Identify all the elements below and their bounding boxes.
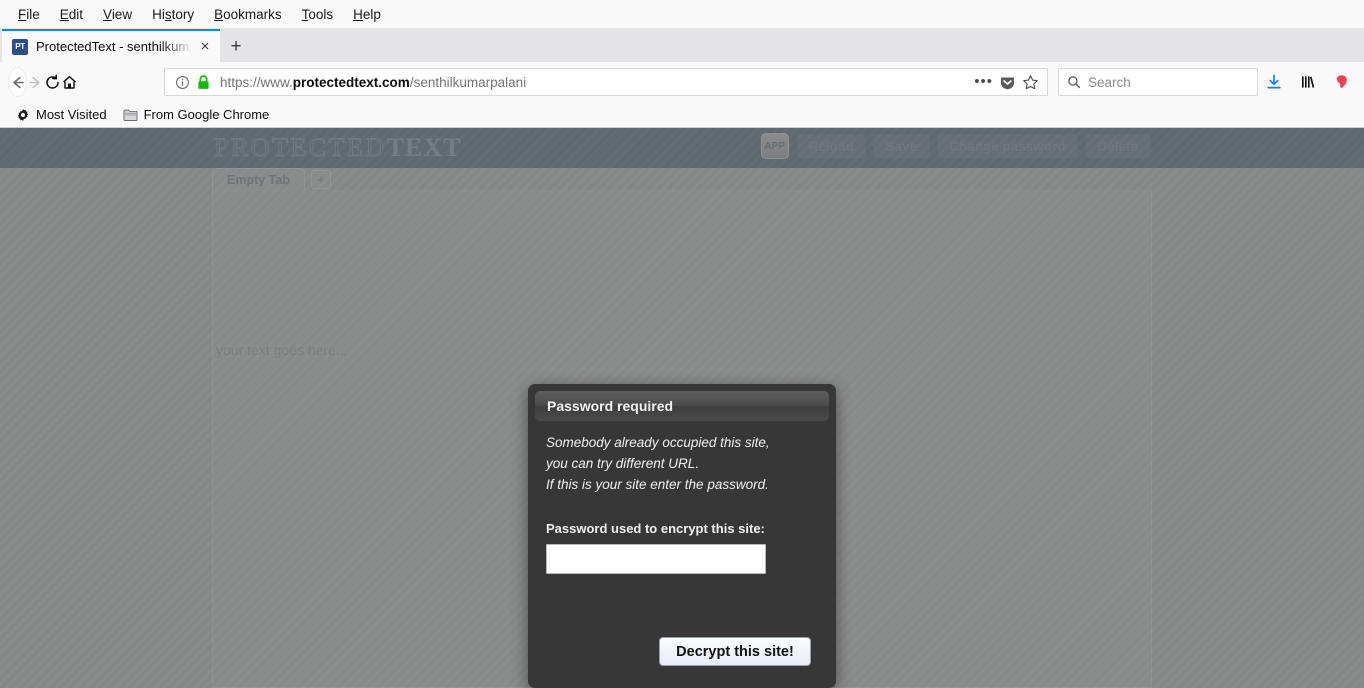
- password-input[interactable]: [546, 544, 766, 574]
- protectedtext-favicon: PT: [12, 38, 28, 55]
- dialog-title: Password required: [547, 398, 674, 414]
- info-icon[interactable]: [175, 75, 190, 90]
- dialog-body: Somebody already occupied this site, you…: [546, 432, 822, 574]
- address-bar[interactable]: https://www.protectedtext.com/senthilkum…: [164, 68, 1048, 96]
- pocket-save-button[interactable]: [1326, 67, 1358, 97]
- url-text: https://www.protectedtext.com/senthilkum…: [220, 75, 974, 90]
- menu-history[interactable]: History: [142, 4, 204, 25]
- firefox-window: File Edit View History Bookmarks Tools H…: [0, 0, 1364, 688]
- menu-tools[interactable]: Tools: [292, 4, 344, 25]
- search-icon: [1068, 76, 1081, 89]
- home-button[interactable]: [61, 67, 78, 97]
- menu-edit[interactable]: Edit: [50, 4, 93, 25]
- bookmark-most-visited[interactable]: Most Visited: [10, 105, 113, 124]
- home-icon: [63, 75, 76, 89]
- lock-icon[interactable]: [197, 74, 210, 90]
- web-page-content: PROTECTEDTEXT APP Reload Save Change pas…: [0, 128, 1364, 688]
- forward-arrow-icon: [29, 76, 40, 88]
- library-button[interactable]: [1292, 67, 1324, 97]
- back-button[interactable]: [8, 67, 27, 97]
- url-domain: protectedtext.com: [292, 74, 410, 90]
- url-scheme: https://www.: [220, 74, 293, 90]
- menu-bar: File Edit View History Bookmarks Tools H…: [0, 0, 1364, 28]
- menu-help[interactable]: Help: [343, 4, 391, 25]
- search-placeholder: Search: [1088, 74, 1131, 90]
- decrypt-site-button[interactable]: Decrypt this site!: [659, 637, 811, 666]
- reload-icon: [46, 74, 59, 89]
- folder-icon: [123, 109, 138, 121]
- menu-view[interactable]: View: [93, 4, 142, 25]
- downloads-icon: [1267, 74, 1281, 89]
- dialog-message-line-1: Somebody already occupied this site,: [546, 435, 770, 450]
- downloads-button[interactable]: [1258, 67, 1290, 97]
- page-actions-icon[interactable]: •••: [974, 74, 993, 89]
- password-field-label: Password used to encrypt this site:: [546, 521, 765, 536]
- password-required-dialog: Password required Somebody already occup…: [528, 384, 836, 688]
- browser-tab-active[interactable]: PT ProtectedText - senthilkum ×: [2, 29, 220, 62]
- overflow-button[interactable]: [1360, 67, 1364, 97]
- search-bar[interactable]: Search: [1058, 68, 1258, 96]
- bookmark-label: Most Visited: [36, 107, 107, 122]
- menu-file[interactable]: File: [8, 4, 50, 25]
- close-icon[interactable]: ×: [196, 38, 214, 56]
- back-arrow-icon: [13, 76, 24, 88]
- gear-icon: [17, 108, 29, 121]
- forward-button[interactable]: [27, 67, 44, 97]
- dialog-titlebar: Password required: [535, 391, 829, 421]
- pocket-save-icon: [1336, 75, 1347, 88]
- pocket-icon[interactable]: [999, 74, 1016, 91]
- dialog-message: Somebody already occupied this site, you…: [546, 432, 822, 495]
- tab-strip: PT ProtectedText - senthilkum × +: [0, 28, 1364, 62]
- bookmark-label: From Google Chrome: [143, 107, 270, 122]
- new-tab-button[interactable]: +: [220, 32, 252, 62]
- url-path: /senthilkumarpalani: [409, 74, 527, 90]
- bookmarks-toolbar: Most Visited From Google Chrome: [0, 102, 1364, 128]
- navigation-toolbar: https://www.protectedtext.com/senthilkum…: [0, 62, 1364, 102]
- library-icon: [1302, 76, 1315, 88]
- menu-bookmarks[interactable]: Bookmarks: [204, 4, 292, 25]
- dialog-message-line-3: If this is your site enter the password.: [546, 477, 769, 492]
- tab-title: ProtectedText - senthilkum: [36, 39, 190, 54]
- star-icon[interactable]: [1022, 74, 1039, 91]
- dialog-message-line-2: you can try different URL.: [546, 456, 700, 471]
- reload-button[interactable]: [44, 67, 61, 97]
- bookmark-from-google-chrome[interactable]: From Google Chrome: [117, 105, 276, 124]
